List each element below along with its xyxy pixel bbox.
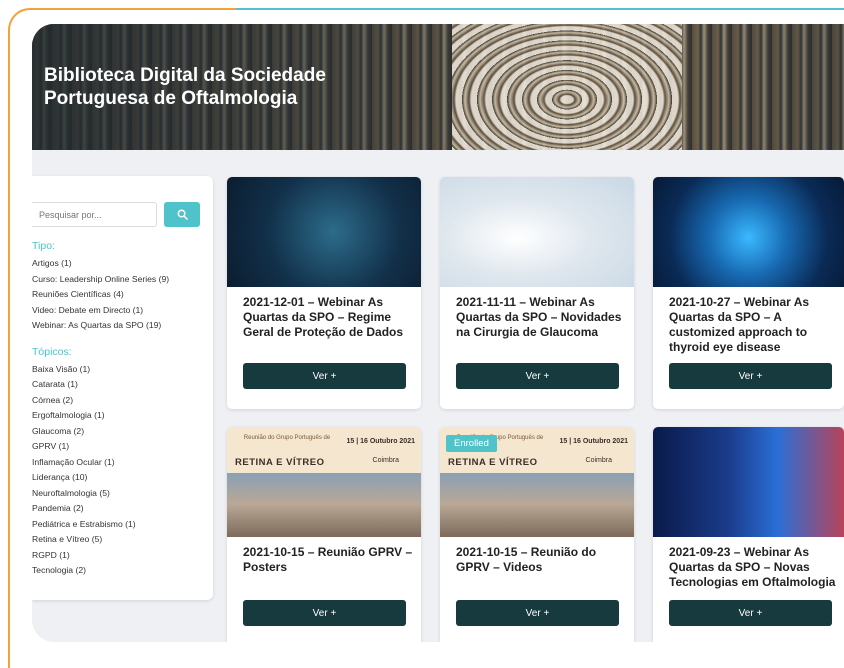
course-card: Reunião do Grupo Português de RETINA E V… [440,427,634,642]
view-more-button[interactable]: Ver + [456,600,619,626]
filter-group-tipo-title: Tipo: [32,240,55,252]
course-card: 2021-10-27 – Webinar As Quartas da SPO –… [653,177,844,409]
hero-library-image [452,24,682,150]
filter-item[interactable]: RGPD (1) [32,548,213,564]
view-more-button[interactable]: Ver + [669,363,832,389]
search-input[interactable] [32,202,157,227]
hero-banner: Biblioteca Digital da Sociedade Portugue… [32,24,844,150]
filter-item[interactable]: GPRV (1) [32,439,213,455]
event-date: 15 | 16 Outubro 2021 [559,438,629,445]
search-icon [177,209,188,220]
event-title: RETINA E VÍTREO [448,457,538,468]
course-title[interactable]: 2021-10-15 – Reunião do GPRV – Videos [456,545,626,575]
page-title: Biblioteca Digital da Sociedade Portugue… [44,65,326,109]
event-city: Coimbra [372,457,399,464]
course-title[interactable]: 2021-09-23 – Webinar As Quartas da SPO –… [669,545,839,590]
filter-list-tipo: Artigos (1) Curso: Leadership Online Ser… [32,256,213,334]
search-row [32,202,213,228]
course-card: 2021-09-23 – Webinar As Quartas da SPO –… [653,427,844,642]
filter-item[interactable]: Pandemia (2) [32,501,213,517]
course-title[interactable]: 2021-11-11 – Webinar As Quartas da SPO –… [456,295,626,340]
event-date: 15 | 16 Outubro 2021 [346,438,416,445]
event-subtitle: Reunião do Grupo Português de [243,435,331,441]
filter-item[interactable]: Artigos (1) [32,256,213,272]
course-thumbnail[interactable] [653,177,844,287]
course-title[interactable]: 2021-10-27 – Webinar As Quartas da SPO –… [669,295,839,355]
event-banner: Reunião do Grupo Português de RETINA E V… [227,427,421,473]
search-button[interactable] [164,202,200,227]
course-card: 2021-11-11 – Webinar As Quartas da SPO –… [440,177,634,409]
course-card: Reunião do Grupo Português de RETINA E V… [227,427,421,642]
filter-item[interactable]: Neuroftalmologia (5) [32,486,213,502]
view-more-button[interactable]: Ver + [243,600,406,626]
filter-item[interactable]: Pediátrica e Estrabismo (1) [32,517,213,533]
decorative-frame-teal [236,8,844,10]
filter-item[interactable]: Ergoftalmologia (1) [32,408,213,424]
course-title[interactable]: 2021-12-01 – Webinar As Quartas da SPO –… [243,295,413,340]
filter-item[interactable]: Baixa Visão (1) [32,362,213,378]
filter-item[interactable]: Retina e Vítreo (5) [32,532,213,548]
view-more-button[interactable]: Ver + [456,363,619,389]
filter-item[interactable]: Liderança (10) [32,470,213,486]
course-card: 2021-12-01 – Webinar As Quartas da SPO –… [227,177,421,409]
filter-item[interactable]: Catarata (1) [32,377,213,393]
filter-item[interactable]: Córnea (2) [32,393,213,409]
view-more-button[interactable]: Ver + [669,600,832,626]
course-thumbnail[interactable] [653,427,844,537]
event-title: RETINA E VÍTREO [235,457,325,468]
course-thumbnail[interactable]: Reunião do Grupo Português de RETINA E V… [227,427,421,537]
filter-list-topicos: Baixa Visão (1) Catarata (1) Córnea (2) … [32,362,213,579]
filter-item[interactable]: Tecnologia (2) [32,563,213,579]
filter-sidebar: Tipo: Artigos (1) Curso: Leadership Onli… [32,176,213,600]
view-more-button[interactable]: Ver + [243,363,406,389]
event-city: Coimbra [585,457,612,464]
filter-item[interactable]: Glaucoma (2) [32,424,213,440]
course-thumbnail[interactable]: Reunião do Grupo Português de RETINA E V… [440,427,634,537]
filter-item[interactable]: Video: Debate em Directo (1) [32,303,213,319]
course-thumbnail[interactable] [227,177,421,287]
enrolled-badge: Enrolled [446,435,497,452]
course-title[interactable]: 2021-10-15 – Reunião GPRV – Posters [243,545,413,575]
library-panel: Biblioteca Digital da Sociedade Portugue… [32,24,844,642]
filter-group-topicos-title: Tópicos: [32,345,72,358]
filter-item[interactable]: Inflamação Ocular (1) [32,455,213,471]
filter-item[interactable]: Curso: Leadership Online Series (9) [32,272,213,288]
filter-item[interactable]: Webinar: As Quartas da SPO (19) [32,318,213,334]
filter-item[interactable]: Reuniões Científicas (4) [32,287,213,303]
course-thumbnail[interactable] [440,177,634,287]
